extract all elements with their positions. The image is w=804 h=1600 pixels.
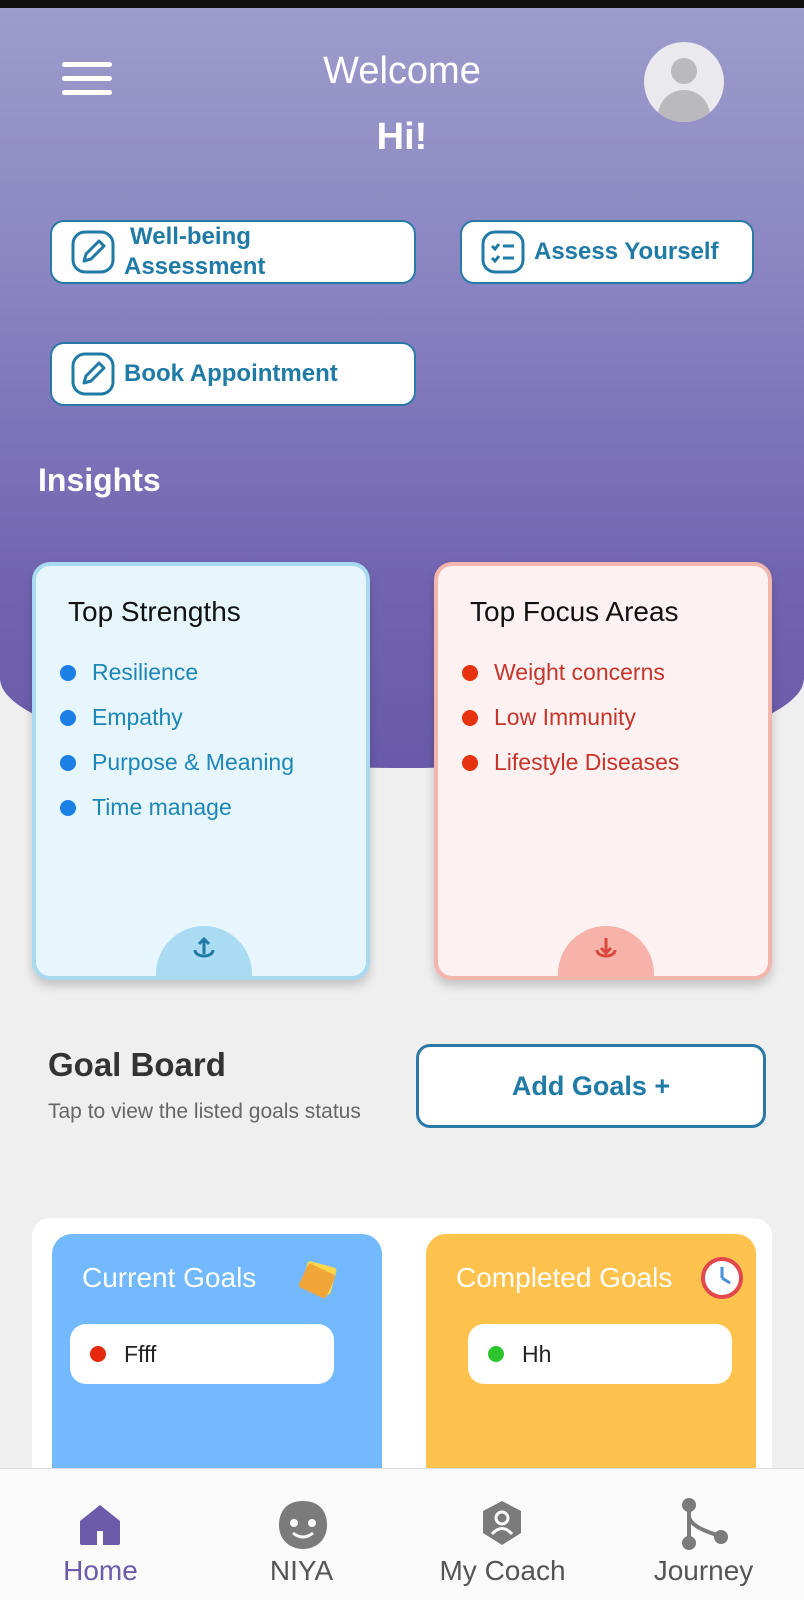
list-item: Time manage (60, 785, 294, 830)
anchor-down-icon (595, 938, 617, 958)
avatar-body (658, 90, 710, 122)
add-goals-button[interactable]: Add Goals + (416, 1044, 766, 1128)
strength-label: Empathy (92, 704, 183, 730)
list-item: Weight concerns (462, 650, 679, 695)
avatar-head (671, 58, 697, 84)
bullet-dot (462, 754, 478, 771)
bullet-dot (60, 799, 76, 816)
strength-label: Resilience (92, 659, 199, 685)
completed-goal-item[interactable]: Hh (468, 1324, 732, 1384)
status-dot (488, 1346, 504, 1362)
greeting-text: Hi! (376, 116, 428, 158)
bottom-navigation: Home NIYA My Coach Journey (0, 1468, 804, 1600)
strengths-list: Resilience Empathy Purpose & Meaning Tim… (60, 650, 294, 830)
wellbeing-label: Well-being Assessment (124, 222, 265, 282)
nav-journey[interactable]: Journey (603, 1469, 804, 1600)
current-goals-title: Current Goals (82, 1262, 257, 1293)
wellbeing-label-line1: Well-being (130, 223, 251, 250)
status-bar (0, 0, 804, 8)
list-item: Purpose & Meaning (60, 740, 294, 785)
coach-icon (483, 1501, 521, 1545)
clock-badge-icon (701, 1257, 743, 1299)
bullet-dot (60, 754, 76, 771)
bullet-dot (462, 709, 478, 726)
book-label: Book Appointment (124, 360, 338, 387)
status-dot (90, 1346, 106, 1362)
edit-icon (71, 230, 115, 274)
strengths-title: Top Strengths (68, 596, 241, 627)
completed-goals-card[interactable]: Completed Goals Hh (426, 1234, 756, 1484)
nav-label-home: Home (63, 1555, 138, 1586)
goal-label: Hh (522, 1340, 552, 1367)
completed-goals-title: Completed Goals (456, 1262, 673, 1293)
focus-list: Weight concerns Low Immunity Lifestyle D… (462, 650, 679, 785)
checklist-icon (481, 230, 525, 274)
focus-label: Lifestyle Diseases (494, 749, 680, 775)
anchor-up-icon (193, 936, 215, 958)
nav-label-journey: Journey (653, 1555, 754, 1586)
current-goals-card[interactable]: Current Goals Ffff (52, 1234, 382, 1484)
home-icon (80, 1505, 120, 1545)
focus-title: Top Focus Areas (470, 596, 679, 627)
focus-label: Weight concerns (494, 659, 665, 685)
list-item: Lifestyle Diseases (462, 740, 679, 785)
list-item: Low Immunity (462, 695, 679, 740)
wellbeing-assessment-button[interactable]: Well-being Assessment (50, 220, 416, 284)
book-appointment-button[interactable]: Book Appointment (50, 342, 416, 406)
bullet-dot (60, 709, 76, 726)
nav-label-my-coach: My Coach (439, 1555, 566, 1586)
list-item: Resilience (60, 650, 294, 695)
expand-strengths-tab[interactable] (156, 926, 252, 976)
wellbeing-label-line2: Assessment (124, 253, 266, 280)
edit-icon (71, 352, 115, 396)
bullet-dot (462, 664, 478, 681)
top-focus-areas-card[interactable]: Top Focus Areas Weight concerns Low Immu… (434, 562, 772, 980)
nav-niya[interactable]: NIYA (201, 1469, 402, 1600)
assess-yourself-button[interactable]: Assess Yourself (460, 220, 754, 284)
nav-label-niya: NIYA (269, 1555, 334, 1586)
list-item: Empathy (60, 695, 294, 740)
goal-board-subtitle: Tap to view the listed goals status (48, 1100, 361, 1123)
goal-board-title: Goal Board (48, 1046, 226, 1083)
sticky-note-icon (298, 1261, 337, 1299)
niya-bot-icon (279, 1501, 327, 1549)
current-goal-item[interactable]: Ffff (70, 1324, 334, 1384)
strength-label: Purpose & Meaning (92, 749, 295, 775)
nav-my-coach[interactable]: My Coach (402, 1469, 603, 1600)
journey-icon (682, 1498, 728, 1550)
assess-label: Assess Yourself (534, 238, 719, 265)
nav-home[interactable]: Home (0, 1469, 201, 1600)
goal-label: Ffff (124, 1340, 157, 1367)
avatar[interactable] (644, 42, 724, 122)
expand-focus-tab[interactable] (558, 926, 654, 976)
insights-heading: Insights (38, 462, 161, 498)
strength-label: Time manage (92, 794, 232, 820)
bullet-dot (60, 664, 76, 681)
top-strengths-card[interactable]: Top Strengths Resilience Empathy Purpose… (32, 562, 370, 980)
focus-label: Low Immunity (494, 704, 636, 730)
